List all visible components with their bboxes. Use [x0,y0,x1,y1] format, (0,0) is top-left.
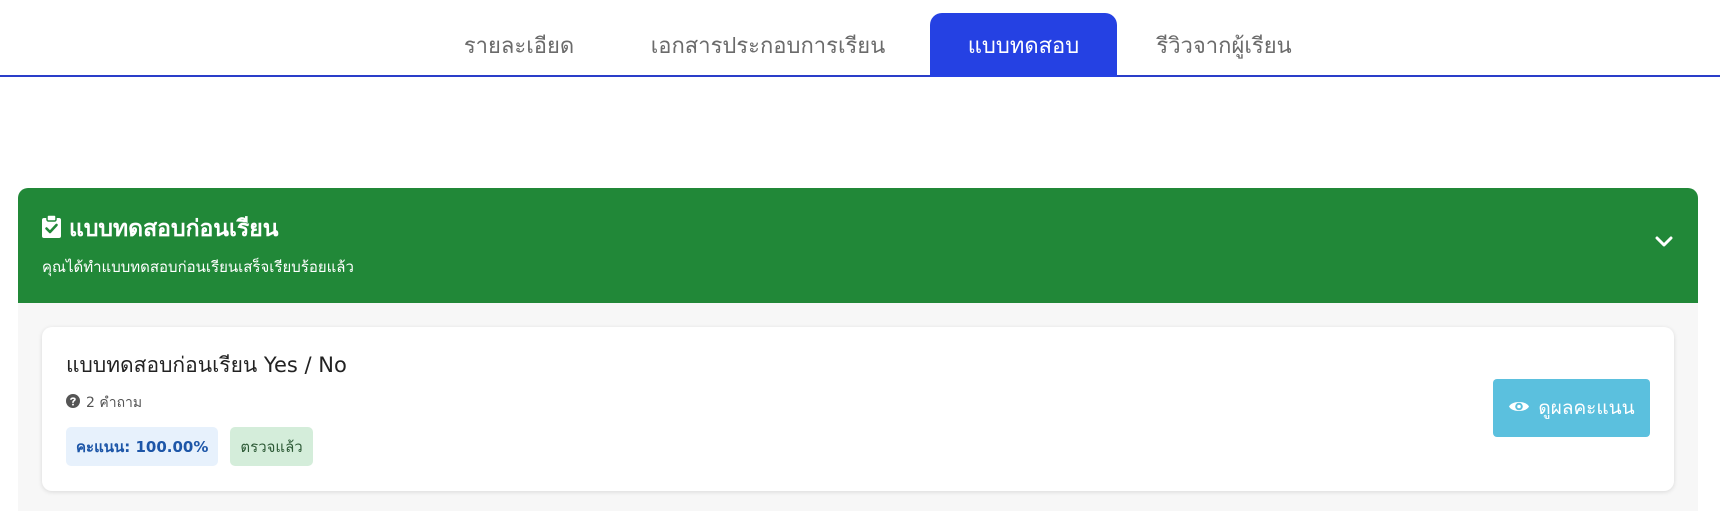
accordion-title-row: แบบทดสอบก่อนเรียน [42,211,278,247]
chevron-down-icon[interactable] [1652,230,1676,254]
tab-course-materials[interactable]: เอกสารประกอบการเรียน [632,13,904,77]
question-circle-icon [66,394,80,412]
accordion-title: แบบทดสอบก่อนเรียน [69,216,279,242]
accordion-subtitle: คุณได้ทำแบบทดสอบก่อนเรียนเสร็จเรียบร้อยแ… [42,258,354,276]
tab-reviews[interactable]: รีวิวจากผู้เรียน [1138,13,1310,77]
quiz-badges: คะแนน: 100.00% ตรวจแล้ว [66,427,313,466]
tab-bar: รายละเอียด เอกสารประกอบการเรียน แบบทดสอบ… [0,0,1720,77]
view-score-button[interactable]: ดูผลคะแนน [1493,379,1650,437]
quiz-card: แบบทดสอบก่อนเรียน Yes / No 2 คำถาม คะแนน… [42,327,1674,491]
tab-quiz[interactable]: แบบทดสอบ [930,13,1117,77]
eye-icon [1508,397,1530,419]
question-count: 2 คำถาม [86,395,143,411]
pretest-accordion-body: แบบทดสอบก่อนเรียน Yes / No 2 คำถาม คะแนน… [18,303,1698,511]
score-badge: คะแนน: 100.00% [66,427,219,466]
quiz-meta: 2 คำถาม [66,392,142,414]
pretest-accordion-header[interactable]: แบบทดสอบก่อนเรียน คุณได้ทำแบบทดสอบก่อนเร… [18,188,1698,303]
clipboard-check-icon [42,213,61,244]
tab-details[interactable]: รายละเอียด [448,13,590,77]
status-badge: ตรวจแล้ว [230,427,313,466]
quiz-title: แบบทดสอบก่อนเรียน Yes / No [66,353,347,377]
view-score-label: ดูผลคะแนน [1538,397,1635,419]
